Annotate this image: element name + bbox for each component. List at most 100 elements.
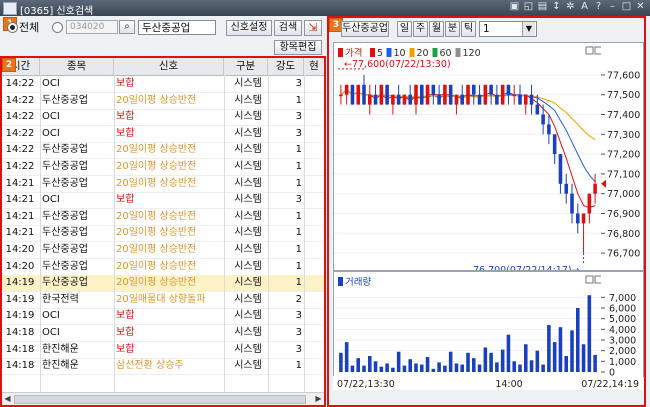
table-row[interactable]: 14:22 두산중공업 20일이평 상승반전 시스템 1 [2,93,324,110]
period-select[interactable]: 1 ▼ [479,21,537,37]
cell-signal: 20일이평 상승반전 [116,260,197,272]
scroll-right-icon[interactable]: ▶ [313,393,324,404]
candle-body [506,84,511,95]
window-control-icon[interactable]: ↕ [551,1,562,13]
cell-time: 14:18 [5,360,35,372]
cell-strength: 3 [295,194,302,206]
window-control-icon[interactable]: ✲ [565,1,576,13]
table-row[interactable]: 14:22 두산중공업 20일이평 상승반전 시스템 1 [2,159,324,176]
item-edit-button[interactable]: 항목편집 [274,40,322,55]
radio-code[interactable] [52,22,63,33]
table-row[interactable]: 14:18 한진해운 보합 시스템 3 [2,342,324,359]
col-header-signal[interactable]: 신호 [114,58,224,75]
table-row[interactable]: 14:21 두산중공업 20일이평 상승반전 시스템 1 [2,209,324,226]
cell-name: OCI [42,127,60,139]
help-icon[interactable]: ? [593,1,604,13]
volume-bar [367,356,372,372]
horizontal-scrollbar[interactable]: ◀ ▶ [2,392,324,405]
period-day-button[interactable]: 일 [397,21,412,37]
table-row[interactable]: 14:21 두산중공업 20일이평 상승반전 시스템 1 [2,225,324,243]
table-row[interactable]: 14:18 OCI 보합 시스템 3 [2,325,324,342]
col-header-name[interactable]: 종목 [40,58,114,75]
cell-type: 시스템 [234,310,262,322]
legend-swatch [338,48,343,57]
table-row[interactable]: 14:20 두산중공업 20일이평 상승반전 시스템 1 [2,259,324,276]
candle-body [518,94,522,105]
cell-time: 14:22 [5,161,35,172]
table-row[interactable]: 14:19 두산중공업 20일이평 상승반전 시스템 1 [2,275,324,293]
table-row[interactable]: 14:19 한국전력 20일매물대 상향돌파 시스템 2 [2,292,324,309]
chart-stock-name[interactable]: 두산중공업 [341,21,389,37]
cell-type: 시스템 [234,194,262,206]
window-control-icon[interactable]: ▣ [509,1,520,13]
cell-signal: 보합 [116,78,135,89]
legend-swatch [432,48,438,57]
close-icon[interactable]: ✕ [635,1,646,13]
radio-all[interactable] [7,22,18,33]
export-icon[interactable]: ⇲ [304,20,322,36]
candle-body [425,84,430,105]
window-control-icon[interactable]: A [579,1,590,13]
code-search-icon[interactable]: ⌕ [119,20,135,34]
cell-time: 14:22 [5,111,35,123]
cell-strength: 1 [295,360,302,372]
period-month-button[interactable]: 월 [429,21,444,37]
volume-bar [575,308,580,372]
table-row[interactable]: 14:22 OCI 보합 시스템 3 [2,109,324,127]
table-row[interactable]: 14:22 두산중공업 20일이평 상승반전 시스템 1 [2,142,324,160]
chart-settings-icon [585,46,594,55]
price-tick-label: 77,500 [607,90,640,101]
table-row[interactable]: 14:20 두산중공업 20일이평 상승반전 시스템 1 [2,242,324,259]
volume-chart[interactable]: 거래량 [333,271,603,377]
table-row[interactable]: 14:21 두산중공업 20일이평 상승반전 시스템 1 [2,176,324,193]
cell-strength: 3 [295,327,302,338]
cell-signal: 20일이평 상승반전 [116,177,197,189]
candle-body [477,94,482,105]
price-tick-label: 76,800 [607,229,640,240]
table-row[interactable]: 14:21 OCI 보합 시스템 3 [2,192,324,210]
table-row[interactable]: 14:22 OCI 보합 시스템 3 [2,126,324,143]
time-tick-label: 07/22,13:30 [337,379,395,390]
table-row[interactable]: 14:19 OCI 보합 시스템 3 [2,308,324,326]
stock-name-input[interactable]: 두산중공업 [138,20,216,35]
cell-signal: 20일매물대 상향돌파 [116,293,206,305]
col-header-strength[interactable]: 강도 [268,58,304,75]
window-control-icon[interactable]: ◱ [523,1,534,13]
candle-body [564,183,569,194]
chart-panel: 3 두산중공업 일 주 월 분 틱 1 ▼ 가격 5 10 20 60 120 ←77,60… [327,16,646,407]
period-minute-button[interactable]: 분 [445,21,460,37]
scroll-left-icon[interactable]: ◀ [2,393,13,404]
chevron-down-icon[interactable]: ▼ [522,22,535,36]
cell-type: 시스템 [234,111,262,123]
minimize-icon[interactable]: – [607,1,618,13]
price-tick-label: 77,200 [607,150,640,161]
candle-body [575,213,580,224]
period-week-button[interactable]: 주 [413,21,428,37]
price-chart[interactable]: 가격 5 10 20 60 120←77,600(07/22/13:30)76,700(0… [333,42,603,271]
table-row[interactable]: 14:18 한진해운 삼선전환 상승주 시스템 1 [2,358,324,376]
volume-tick-label: 2,000 [609,346,636,357]
signal-setting-button[interactable]: 신호설정 [226,20,272,36]
candle-body [558,154,563,184]
volume-tick-label: 5,000 [609,314,636,325]
cell-time: 14:21 [5,227,35,239]
col-header-type[interactable]: 구분 [224,58,268,75]
cell-type: 시스템 [234,343,262,355]
candle-body [593,183,597,194]
search-button[interactable]: 검색 [274,20,302,36]
table-row[interactable]: 14:22 OCI 보합 시스템 3 [2,76,324,93]
volume-legend-label: 거래량 [345,276,371,288]
col-header-current[interactable]: 현 [304,58,324,75]
volume-bar [477,364,482,372]
volume-bar [414,363,418,372]
maximize-icon[interactable]: □ [621,1,632,13]
candle-body [373,94,378,105]
candle-body [581,213,586,224]
candle-body [448,84,453,105]
period-tick-button[interactable]: 틱 [461,21,476,37]
legend-swatch [370,48,375,57]
stock-code-input[interactable]: 034020 [66,20,118,34]
volume-bar [344,342,349,372]
scroll-thumb[interactable] [14,395,306,404]
window-control-icon[interactable]: ▤ [537,1,548,13]
